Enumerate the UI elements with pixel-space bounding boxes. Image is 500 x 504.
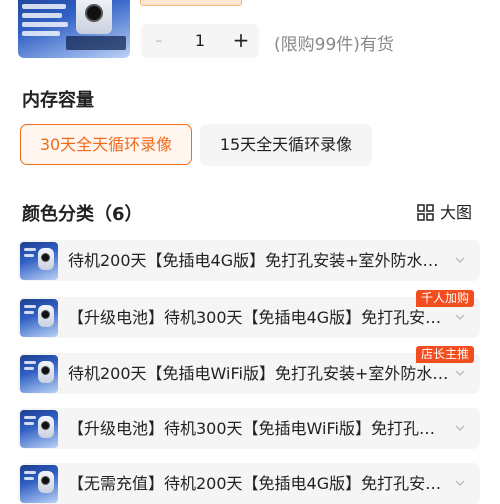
decrease-button[interactable]: -	[141, 24, 177, 58]
product-thumbnail[interactable]	[18, 0, 130, 58]
capacity-title: 内存容量	[22, 90, 94, 111]
color-option-label: 待机200天【免插电WiFi版】免打孔安装+室外防水+无需布线	[68, 364, 450, 383]
color-option-label: 待机200天【免插电4G版】免打孔安装+室外防水+无需布线	[68, 251, 450, 270]
recommended-tag: 店长主推	[416, 346, 475, 363]
increase-button[interactable]: +	[223, 24, 259, 58]
option-thumbnail	[20, 410, 58, 448]
chevron-down-icon	[455, 480, 465, 486]
popular-tag: 千人加购	[416, 290, 475, 307]
purchase-limit-stock: (限购99件)有货	[274, 35, 394, 55]
color-category-title: 颜色分类（6）	[22, 204, 143, 225]
capacity-option-15-days[interactable]: 15天全天循环录像	[200, 124, 372, 166]
quantity-stepper: - 1 +	[141, 24, 259, 58]
big-picture-button[interactable]: 大图	[417, 199, 472, 223]
price-tag	[140, 0, 242, 6]
color-option-label: 【升级电池】待机300天【免插电4G版】免打孔安装+室外防水	[68, 308, 450, 327]
chevron-down-icon	[455, 370, 465, 376]
color-option-label: 【升级电池】待机300天【免插电WiFi版】免打孔安装+室外防水	[68, 419, 450, 438]
color-option-3[interactable]: 待机200天【免插电WiFi版】免打孔安装+室外防水+无需布线	[18, 353, 480, 394]
quantity-input[interactable]: 1	[177, 24, 223, 58]
option-thumbnail	[20, 242, 58, 280]
capacity-option-30-days[interactable]: 30天全天循环录像	[20, 124, 192, 165]
option-thumbnail	[20, 299, 58, 337]
color-option-4[interactable]: 【升级电池】待机300天【免插电WiFi版】免打孔安装+室外防水	[18, 408, 480, 449]
color-option-2[interactable]: 【升级电池】待机300天【免插电4G版】免打孔安装+室外防水	[18, 297, 480, 338]
chevron-down-icon	[455, 425, 465, 431]
option-thumbnail	[20, 465, 58, 503]
chevron-down-icon	[455, 257, 465, 263]
big-picture-label: 大图	[440, 203, 473, 222]
color-option-1[interactable]: 待机200天【免插电4G版】免打孔安装+室外防水+无需布线	[18, 240, 480, 281]
chevron-down-icon	[455, 314, 465, 320]
color-option-label: 【无需充值】待机200天【免插电4G版】免打孔安装+室外防水	[68, 474, 450, 493]
grid-icon	[417, 204, 434, 221]
color-option-5[interactable]: 【无需充值】待机200天【免插电4G版】免打孔安装+室外防水	[18, 463, 480, 504]
option-thumbnail	[20, 355, 58, 393]
